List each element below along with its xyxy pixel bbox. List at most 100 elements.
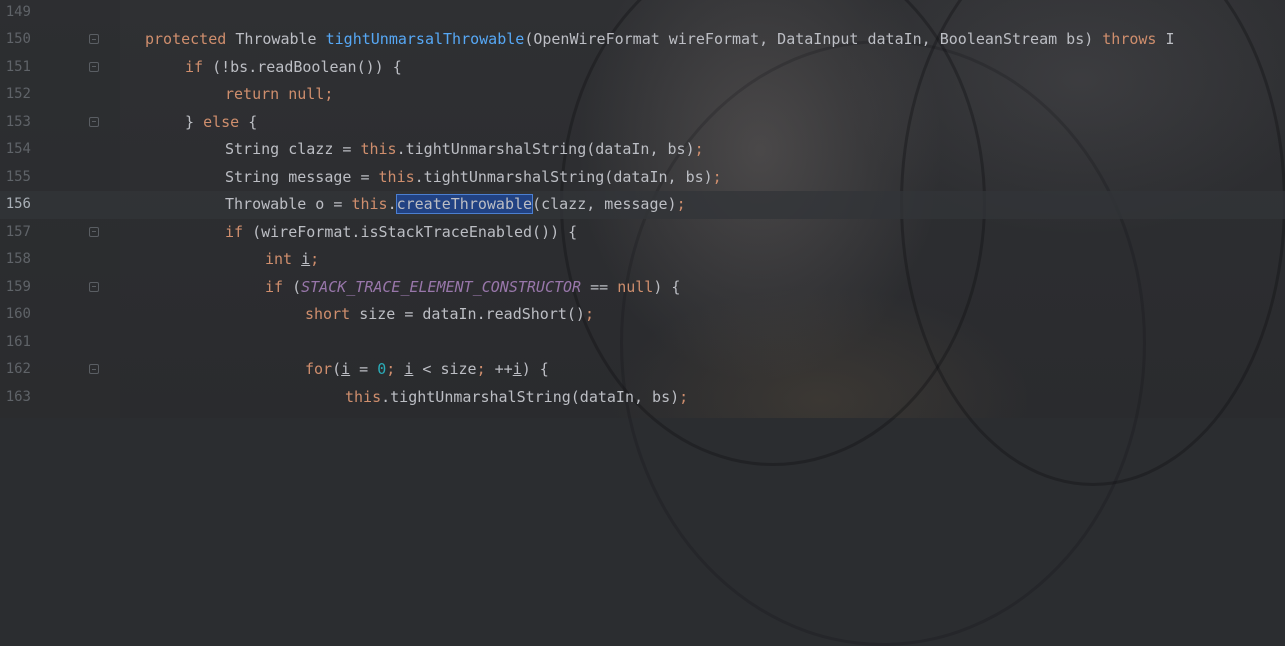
code-line[interactable]: 151 if (!bs.readBoolean()) { bbox=[0, 54, 1285, 82]
code-token: == bbox=[581, 277, 618, 296]
line-number[interactable]: 157 bbox=[0, 219, 31, 247]
code-token: { bbox=[248, 112, 258, 131]
code-token: i bbox=[341, 360, 351, 378]
code-line[interactable]: 154 String clazz = this.tightUnmarshalStr… bbox=[0, 136, 1285, 164]
code-token: ; bbox=[324, 85, 334, 103]
code-text[interactable]: if (STACK_TRACE_ELEMENT_CONSTRUCTOR == n… bbox=[265, 274, 680, 302]
code-token: for bbox=[305, 360, 333, 378]
code-token: Throwable bbox=[235, 30, 326, 48]
code-token: null bbox=[617, 277, 654, 296]
code-token: < size bbox=[413, 360, 477, 378]
selected-identifier: createThrowable bbox=[395, 194, 534, 214]
code-line[interactable]: 161 bbox=[0, 329, 1285, 357]
code-token: } bbox=[185, 112, 204, 131]
code-token: protected bbox=[145, 30, 236, 48]
code-token: if bbox=[225, 222, 253, 241]
code-token: ; bbox=[712, 167, 722, 186]
code-text[interactable]: this.tightUnmarshalString(dataIn, bs); bbox=[345, 384, 688, 412]
code-line[interactable]: 156 Throwable o = this.createThrowable(cl… bbox=[0, 191, 1285, 219]
line-number[interactable]: 150 bbox=[0, 26, 31, 54]
line-number[interactable]: 161 bbox=[0, 329, 31, 357]
code-line[interactable]: 163 this.tightUnmarshalString(dataIn, bs)… bbox=[0, 384, 1285, 412]
code-token: STACK_TRACE_ELEMENT_CONSTRUCTOR bbox=[301, 277, 582, 296]
code-text[interactable]: String message = this.tightUnmarshalStri… bbox=[225, 164, 722, 192]
code-token: i bbox=[512, 360, 522, 378]
code-token: ; bbox=[679, 387, 689, 406]
code-token: this bbox=[345, 387, 382, 406]
code-token: ( bbox=[292, 277, 302, 296]
code-token: this bbox=[378, 167, 415, 186]
line-number[interactable]: 160 bbox=[0, 301, 31, 329]
code-token: ; bbox=[676, 195, 686, 213]
line-number[interactable]: 154 bbox=[0, 136, 31, 164]
code-text[interactable]: protected Throwable tightUnmarsalThrowab… bbox=[145, 26, 1175, 54]
code-token: String message = bbox=[225, 167, 379, 186]
code-token: Throwable o = bbox=[225, 195, 352, 213]
code-text[interactable]: if (!bs.readBoolean()) { bbox=[185, 54, 402, 82]
code-token: ; bbox=[386, 360, 405, 378]
code-token: . bbox=[387, 195, 397, 213]
code-token: String clazz = bbox=[225, 140, 361, 158]
code-token: else bbox=[203, 112, 249, 131]
code-token: (clazz, message) bbox=[532, 195, 677, 213]
code-text[interactable]: } else { bbox=[185, 109, 257, 137]
code-line[interactable]: 159 if (STACK_TRACE_ELEMENT_CONSTRUCTOR =… bbox=[0, 274, 1285, 302]
code-line[interactable]: 152 return null; bbox=[0, 81, 1285, 109]
code-token: ) { bbox=[653, 277, 681, 296]
line-number[interactable]: 155 bbox=[0, 164, 31, 192]
code-token: throws bbox=[1102, 30, 1166, 48]
code-line[interactable]: 162 for(i = 0; i < size; ++i) { bbox=[0, 356, 1285, 384]
code-token: this bbox=[360, 140, 397, 158]
line-number[interactable]: 156 bbox=[0, 191, 31, 219]
line-number[interactable]: 162 bbox=[0, 356, 31, 384]
code-token: ( bbox=[332, 360, 342, 378]
code-line[interactable]: 155 String message = this.tightUnmarshalS… bbox=[0, 164, 1285, 192]
code-token: ; bbox=[310, 250, 320, 268]
code-token: 0 bbox=[377, 360, 387, 378]
fold-toggle-icon[interactable] bbox=[89, 364, 99, 374]
line-number[interactable]: 158 bbox=[0, 246, 31, 274]
code-token: this bbox=[351, 195, 388, 213]
code-token: ; bbox=[694, 140, 704, 158]
code-token: i bbox=[301, 250, 311, 268]
line-number[interactable]: 151 bbox=[0, 54, 31, 82]
fold-toggle-icon[interactable] bbox=[89, 61, 99, 72]
code-text[interactable]: Throwable o = this.createThrowable(clazz… bbox=[225, 191, 686, 219]
code-text[interactable]: int i; bbox=[265, 246, 319, 274]
code-token: ) { bbox=[521, 360, 549, 378]
line-number[interactable]: 163 bbox=[0, 384, 31, 412]
code-token: .tightUnmarshalString(dataIn, bs) bbox=[414, 167, 713, 186]
code-token: if bbox=[265, 277, 293, 296]
code-text[interactable]: return null; bbox=[225, 81, 333, 109]
code-token: return null bbox=[225, 85, 325, 103]
line-number[interactable]: 159 bbox=[0, 274, 31, 302]
code-token: = bbox=[350, 360, 378, 378]
fold-toggle-icon[interactable] bbox=[89, 226, 99, 237]
fold-toggle-icon[interactable] bbox=[89, 34, 99, 44]
code-token: short bbox=[305, 305, 360, 323]
code-line[interactable]: 158 int i; bbox=[0, 246, 1285, 274]
code-text[interactable]: short size = dataIn.readShort(); bbox=[305, 301, 594, 329]
code-line[interactable]: 150 protected Throwable tightUnmarsalThro… bbox=[0, 26, 1285, 54]
code-token: tightUnmarsalThrowable bbox=[325, 30, 525, 48]
code-token: (OpenWireFormat wireFormat, DataInput da… bbox=[524, 30, 1103, 48]
fold-toggle-icon[interactable] bbox=[89, 281, 99, 292]
code-token: I bbox=[1165, 30, 1175, 48]
code-token: ; bbox=[584, 305, 594, 323]
code-token: if bbox=[185, 57, 213, 76]
code-line[interactable]: 160 short size = dataIn.readShort(); bbox=[0, 301, 1285, 329]
code-text[interactable]: String clazz = this.tightUnmarshalString… bbox=[225, 136, 704, 164]
code-text[interactable]: for(i = 0; i < size; ++i) { bbox=[305, 356, 549, 384]
code-line[interactable]: 149 bbox=[0, 0, 1285, 26]
fold-toggle-icon[interactable] bbox=[89, 116, 99, 127]
code-line[interactable]: 157 if (wireFormat.isStackTraceEnabled())… bbox=[0, 219, 1285, 247]
code-text[interactable]: if (wireFormat.isStackTraceEnabled()) { bbox=[225, 219, 577, 247]
code-token: size = dataIn.readShort() bbox=[359, 305, 585, 323]
line-number[interactable]: 152 bbox=[0, 81, 31, 109]
line-number[interactable]: 153 bbox=[0, 109, 31, 137]
code-token: ; bbox=[476, 360, 495, 378]
code-token: (wireFormat.isStackTraceEnabled()) { bbox=[252, 222, 578, 241]
line-number[interactable]: 149 bbox=[0, 0, 31, 26]
code-token: int bbox=[265, 250, 302, 268]
code-line[interactable]: 153} else { bbox=[0, 109, 1285, 137]
